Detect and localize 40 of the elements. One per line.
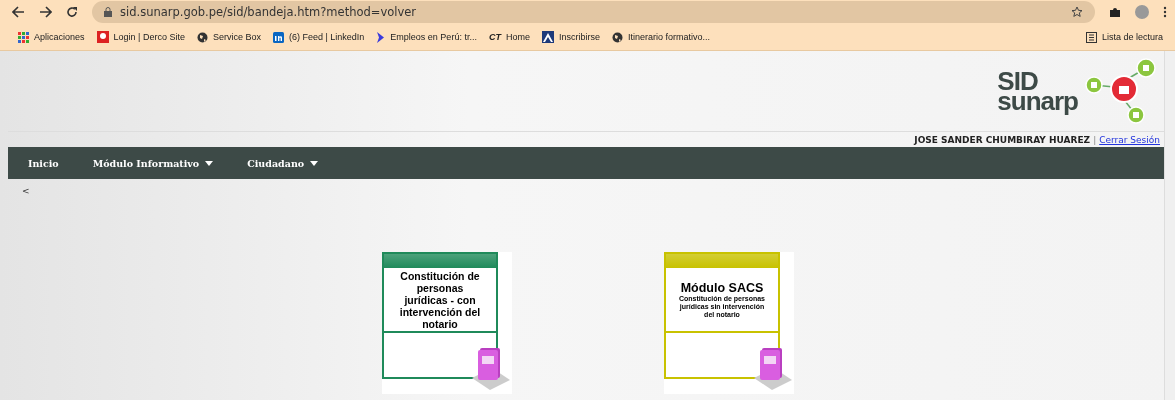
- mountain-icon[interactable]: [541, 31, 554, 43]
- url-text: sid.sunarp.gob.pe/sid/bandeja.htm?method=volver: [120, 5, 417, 19]
- bookmark-logo-icon[interactable]: [96, 31, 109, 43]
- logout-link[interactable]: Cerrar Sesión: [1099, 134, 1160, 145]
- menu-icon[interactable]: [1163, 6, 1167, 18]
- network-logo-icon: [1084, 57, 1156, 125]
- user-name: JOSE SANDER CHUMBIRAY HUAREZ: [914, 134, 1091, 145]
- logo-text: SID: [997, 71, 1039, 91]
- nav-menu-item[interactable]: Ciudadano: [247, 157, 319, 169]
- address-bar[interactable]: sid.sunarp.gob.pe/sid/bandeja.htm?method=volver: [92, 1, 1095, 23]
- forward-arrow-icon[interactable]: [39, 6, 52, 18]
- globe-icon[interactable]: [611, 31, 623, 43]
- bookmark-link[interactable]: Home: [505, 32, 530, 42]
- card-title: Módulo SACS: [680, 280, 764, 295]
- apps-grid-icon[interactable]: [18, 31, 29, 43]
- reload-icon[interactable]: [66, 6, 78, 18]
- dropdown-caret-icon: [205, 160, 214, 166]
- star-icon[interactable]: [1071, 6, 1083, 18]
- dropdown-caret-icon: [310, 160, 319, 166]
- bookmark-link[interactable]: (6) Feed | LinkedIn: [288, 32, 365, 42]
- nav-menu-item[interactable]: Módulo Informativo: [92, 157, 214, 169]
- card-title: Constitución de personas jurídicas - con intervención del notario: [398, 269, 482, 330]
- bookmark-link[interactable]: Empleos en Perú: tr...: [390, 32, 477, 42]
- globe-icon[interactable]: [196, 31, 208, 43]
- chevron-icon[interactable]: [376, 31, 386, 43]
- bookmark-link[interactable]: Login | Derco Site: [113, 32, 185, 42]
- back-link[interactable]: <: [22, 186, 30, 196]
- separator-text: |: [1093, 134, 1097, 145]
- reading-list-icon[interactable]: [1085, 31, 1097, 43]
- nav-menu-item[interactable]: Inicio: [28, 157, 59, 169]
- bookmark-link[interactable]: Aplicaciones: [34, 32, 85, 42]
- linkedin-icon[interactable]: [272, 31, 284, 43]
- module-card[interactable]: Constitución de personas jurídicas - con intervención del notario: [382, 252, 512, 394]
- bookmark-badge[interactable]: CT: [488, 32, 501, 42]
- back-arrow-icon[interactable]: [12, 6, 25, 18]
- reading-list-link[interactable]: Lista de lectura: [1101, 32, 1163, 42]
- bookmark-link[interactable]: Service Box: [212, 32, 261, 42]
- bookmark-link[interactable]: Itinerario formativo...: [627, 32, 710, 42]
- bookmark-link[interactable]: Inscribirse: [558, 32, 600, 42]
- lock-icon: [104, 7, 112, 17]
